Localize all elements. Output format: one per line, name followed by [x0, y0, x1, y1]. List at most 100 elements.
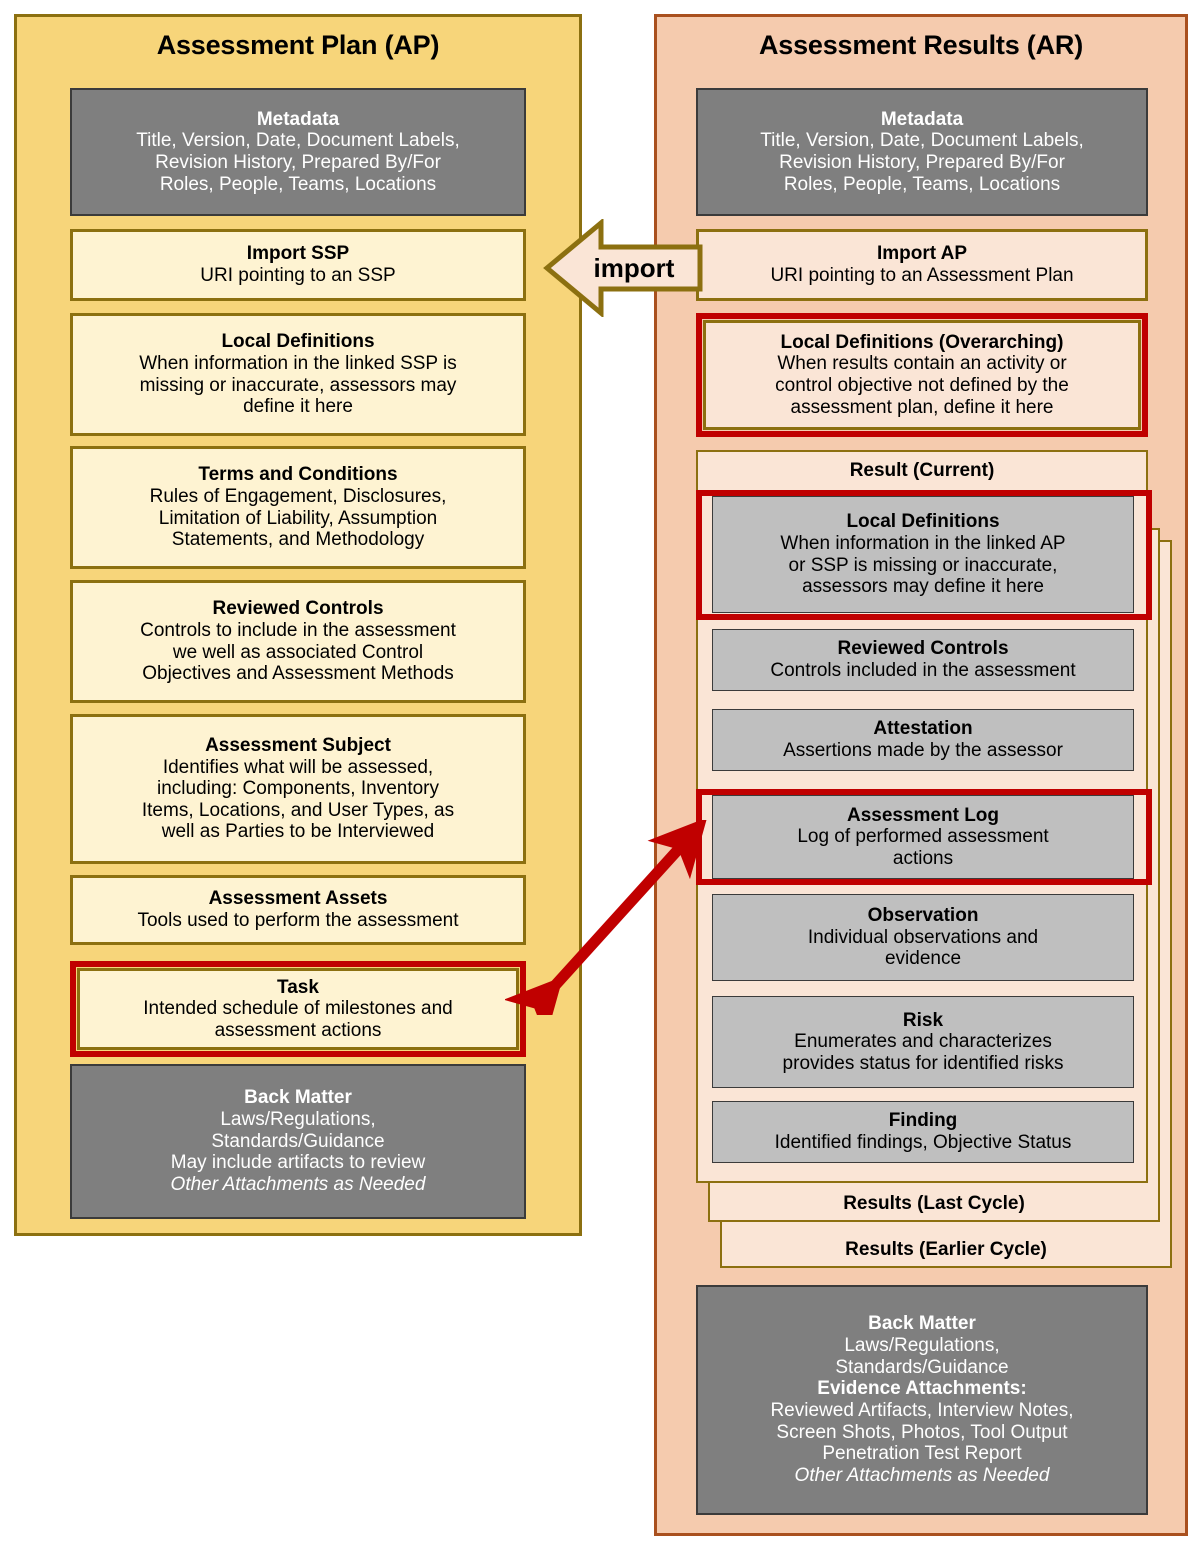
- ar-attestation-title: Attestation: [873, 718, 973, 740]
- ar-observation-line-2: evidence: [884, 948, 962, 970]
- ar-metadata-line-3: Roles, People, Teams, Locations: [783, 173, 1061, 195]
- ap-assessment-assets-title: Assessment Assets: [208, 888, 388, 910]
- ap-box-back-matter: Back Matter Laws/Regulations, Standards/…: [70, 1064, 526, 1219]
- ar-ld-line-1: When information in the linked AP: [780, 532, 1066, 554]
- ap-back-matter-title: Back Matter: [244, 1087, 352, 1109]
- ar-box-import-ap: Import AP URI pointing to an Assessment …: [696, 229, 1148, 301]
- ar-reviewed-controls-line-1: Controls included in the assessment: [770, 660, 1076, 681]
- ar-risk-title: Risk: [902, 1009, 944, 1031]
- ar-assessment-log-title: Assessment Log: [846, 804, 1000, 826]
- ap-assessment-subject-line-1: Identifies what will be assessed,: [162, 756, 434, 778]
- ar-risk-line-1: Enumerates and characterizes: [794, 1031, 1052, 1053]
- ap-assessment-subject-line-3: Items, Locations, and User Types, as: [141, 799, 455, 821]
- ar-metadata-title: Metadata: [880, 108, 964, 130]
- ap-terms-line-1: Rules of Engagement, Disclosures,: [149, 485, 447, 507]
- ap-task-line-2: assessment actions: [214, 1019, 382, 1041]
- ar-back-matter-line-4: Screen Shots, Photos, Tool Output: [776, 1421, 1068, 1443]
- ar-assessment-log-line-2: actions: [892, 847, 954, 869]
- ap-metadata-line-3: Roles, People, Teams, Locations: [159, 173, 437, 195]
- ar-metadata-line-2: Revision History, Prepared By/For: [779, 152, 1065, 173]
- ar-back-matter-line-3: Reviewed Artifacts, Interview Notes,: [770, 1400, 1074, 1421]
- ar-box-finding: Finding Identified findings, Objective S…: [712, 1101, 1134, 1163]
- ar-ld-title: Local Definitions: [846, 511, 1000, 533]
- ar-box-assessment-log: Assessment Log Log of performed assessme…: [712, 795, 1134, 879]
- ap-import-ssp-title: Import SSP: [246, 243, 350, 265]
- task-assessment-log-double-arrow: [503, 817, 715, 1039]
- ar-attestation-line-1: Assertions made by the assessor: [783, 740, 1063, 761]
- ap-local-definitions-line-3: define it here: [243, 396, 353, 418]
- ap-back-matter-line-2: Standards/Guidance: [211, 1130, 385, 1152]
- ar-result-current-label-text: Result (Current): [849, 459, 995, 481]
- ar-reviewed-controls-title: Reviewed Controls: [837, 638, 1009, 660]
- ar-box-back-matter: Back Matter Laws/Regulations, Standards/…: [696, 1285, 1148, 1515]
- ap-reviewed-controls-line-2: we well as associated Control: [172, 641, 424, 663]
- ar-back-matter-subhead: Evidence Attachments:: [817, 1378, 1027, 1400]
- ap-assessment-subject-title: Assessment Subject: [205, 734, 391, 756]
- ap-back-matter-line-1: Laws/Regulations,: [220, 1109, 376, 1131]
- ap-box-local-definitions: Local Definitions When information in th…: [70, 313, 526, 436]
- ar-results-last-cycle-label: Results (Last Cycle): [712, 1188, 1156, 1220]
- ap-assessment-assets-line-1: Tools used to perform the assessment: [137, 910, 459, 931]
- ap-back-matter-italic-line: Other Attachments as Needed: [170, 1173, 426, 1195]
- ap-task-line-1: Intended schedule of milestones and: [143, 998, 453, 1020]
- import-arrow-label-wrap: import: [543, 219, 703, 317]
- ap-box-reviewed-controls: Reviewed Controls Controls to include in…: [70, 580, 526, 703]
- import-arrow-label: import: [593, 252, 675, 283]
- ap-local-definitions-line-1: When information in the linked SSP is: [139, 352, 457, 374]
- ap-terms-line-2: Limitation of Liability, Assumption: [158, 507, 438, 529]
- ar-box-reviewed-controls: Reviewed Controls Controls included in t…: [712, 629, 1134, 691]
- ar-box-local-definitions: Local Definitions When information in th…: [712, 496, 1134, 613]
- ap-box-import-ssp: Import SSP URI pointing to an SSP: [70, 229, 526, 301]
- ar-ld-line-3: assessors may define it here: [802, 576, 1044, 598]
- ar-back-matter-line-1: Laws/Regulations,: [844, 1335, 1000, 1357]
- ar-results-earlier-cycle-text: Results (Earlier Cycle): [845, 1239, 1047, 1261]
- ar-box-metadata: Metadata Title, Version, Date, Document …: [696, 88, 1148, 216]
- ar-box-observation: Observation Individual observations and …: [712, 894, 1134, 981]
- ap-task-title: Task: [277, 976, 319, 998]
- assessment-results-title: Assessment Results (AR): [758, 30, 1083, 60]
- ar-import-ap-title: Import AP: [876, 243, 968, 265]
- ar-risk-line-2: provides status for identified risks: [782, 1052, 1064, 1074]
- ar-finding-title: Finding: [888, 1110, 958, 1132]
- ap-box-metadata: Metadata Title, Version, Date, Document …: [70, 88, 526, 216]
- ar-ldo-line-2: control objective not defined by the: [775, 375, 1069, 396]
- ar-assessment-log-line-1: Log of performed assessment: [797, 826, 1049, 848]
- ar-observation-title: Observation: [867, 905, 979, 927]
- ap-box-assessment-assets: Assessment Assets Tools used to perform …: [70, 875, 526, 945]
- ar-observation-line-1: Individual observations and: [807, 926, 1039, 948]
- ap-assessment-subject-line-4: well as Parties to be Interviewed: [161, 821, 435, 843]
- ar-finding-line-1: Identified findings, Objective Status: [774, 1132, 1072, 1153]
- diagram-canvas: Assessment Plan (AP) Metadata Title, Ver…: [0, 0, 1201, 1550]
- ap-assessment-subject-line-2: including: Components, Inventory: [157, 778, 439, 800]
- ar-ldo-line-1: When results contain an activity or: [777, 353, 1067, 375]
- ar-ld-line-2: or SSP is missing or inaccurate,: [788, 554, 1058, 576]
- assessment-plan-title: Assessment Plan (AP): [156, 30, 440, 60]
- ap-box-assessment-subject: Assessment Subject Identifies what will …: [70, 714, 526, 864]
- ap-terms-line-3: Statements, and Methodology: [171, 529, 425, 551]
- ar-results-earlier-cycle-label: Results (Earlier Cycle): [724, 1234, 1168, 1266]
- ap-local-definitions-title: Local Definitions: [221, 331, 375, 353]
- ar-back-matter-title: Back Matter: [868, 1313, 976, 1335]
- ar-results-last-cycle-text: Results (Last Cycle): [843, 1193, 1025, 1215]
- ap-local-definitions-line-2: missing or inaccurate, assessors may: [139, 374, 457, 396]
- ar-ldo-title: Local Definitions (Overarching): [780, 331, 1064, 353]
- ap-metadata-line-1: Title, Version, Date, Document Labels,: [136, 130, 460, 152]
- ap-reviewed-controls-title: Reviewed Controls: [212, 598, 384, 620]
- ap-box-task: Task Intended schedule of milestones and…: [77, 968, 519, 1050]
- ar-result-current-label: Result (Current): [700, 454, 1144, 487]
- ap-reviewed-controls-line-1: Controls to include in the assessment: [140, 619, 456, 641]
- ap-reviewed-controls-line-3: Objectives and Assessment Methods: [142, 663, 454, 685]
- ap-terms-title: Terms and Conditions: [198, 464, 398, 486]
- ap-metadata-title: Metadata: [256, 108, 340, 130]
- ar-metadata-line-1: Title, Version, Date, Document Labels,: [760, 130, 1084, 152]
- ar-ldo-line-3: assessment plan, define it here: [790, 396, 1054, 418]
- ar-box-local-definitions-overarching: Local Definitions (Overarching) When res…: [703, 320, 1141, 430]
- ar-import-ap-line-1: URI pointing to an Assessment Plan: [770, 265, 1074, 286]
- ar-box-risk: Risk Enumerates and characterizes provid…: [712, 996, 1134, 1088]
- ap-import-ssp-line-1: URI pointing to an SSP: [200, 265, 396, 286]
- ar-back-matter-line-5: Penetration Test Report: [822, 1443, 1022, 1465]
- ap-back-matter-line-3: May include artifacts to review: [170, 1152, 426, 1174]
- ar-box-attestation: Attestation Assertions made by the asses…: [712, 709, 1134, 771]
- ap-box-terms-and-conditions: Terms and Conditions Rules of Engagement…: [70, 446, 526, 569]
- ar-back-matter-line-2: Standards/Guidance: [835, 1356, 1009, 1378]
